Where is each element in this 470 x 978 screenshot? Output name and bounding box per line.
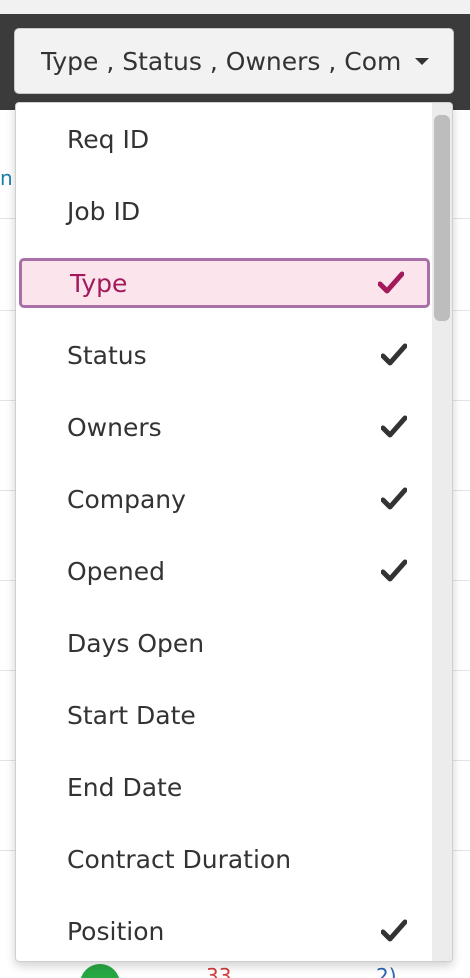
count-value: 33 xyxy=(206,964,232,978)
column-option-contract-duration[interactable]: Contract Duration xyxy=(16,823,434,895)
check-icon xyxy=(380,341,408,369)
column-option-label: Job ID xyxy=(67,196,141,226)
column-option-opened[interactable]: Opened xyxy=(16,535,434,607)
columns-multiselect-button[interactable]: Type , Status , Owners , Com xyxy=(14,28,454,94)
column-option-label: Status xyxy=(67,340,147,370)
column-option-status[interactable]: Status xyxy=(16,319,434,391)
column-option-label: Position xyxy=(67,916,165,946)
column-option-label: End Date xyxy=(67,772,183,802)
column-option-start-date[interactable]: Start Date xyxy=(16,679,434,751)
column-option-label: Start Date xyxy=(67,700,196,730)
status-badge xyxy=(80,964,120,978)
check-icon xyxy=(377,269,405,297)
column-option-type[interactable]: Type xyxy=(19,258,430,308)
check-placeholder xyxy=(380,197,408,225)
column-option-label: Req ID xyxy=(67,124,150,154)
check-placeholder xyxy=(380,845,408,873)
column-option-company[interactable]: Company xyxy=(16,463,434,535)
column-option-job-id[interactable]: Job ID xyxy=(16,175,434,247)
check-icon xyxy=(380,557,408,585)
page: n 33 2) Type , Status , Owners , Com Req… xyxy=(0,0,470,978)
caret-down-icon xyxy=(415,57,429,65)
column-option-label: Owners xyxy=(67,412,162,442)
check-icon xyxy=(380,917,408,945)
check-placeholder xyxy=(380,629,408,657)
column-option-label: Days Open xyxy=(67,628,205,658)
dropdown-scrollbar-track[interactable] xyxy=(432,103,452,961)
column-option-label: Opened xyxy=(67,556,166,586)
count-value: 2) xyxy=(376,964,397,978)
check-placeholder xyxy=(380,701,408,729)
multiselect-value: Type , Status , Owners , Com xyxy=(41,46,402,76)
top-strip xyxy=(0,0,470,14)
check-placeholder xyxy=(380,125,408,153)
check-icon xyxy=(380,485,408,513)
column-option-days-open[interactable]: Days Open xyxy=(16,607,434,679)
column-option-owners[interactable]: Owners xyxy=(16,391,434,463)
dropdown-scrollbar-thumb[interactable] xyxy=(434,115,450,321)
columns-option-list: Req ID Job ID Type Status Owners Company Opene… xyxy=(16,103,434,961)
column-option-end-date[interactable]: End Date xyxy=(16,751,434,823)
check-icon xyxy=(380,413,408,441)
column-option-label: Company xyxy=(67,484,186,514)
column-option-req-id[interactable]: Req ID xyxy=(16,103,434,175)
columns-dropdown-menu: Req ID Job ID Type Status Owners Company Opene… xyxy=(15,102,453,962)
check-placeholder xyxy=(380,773,408,801)
column-option-label: Contract Duration xyxy=(67,844,292,874)
column-option-label: Type xyxy=(70,268,128,298)
column-option-position[interactable]: Position xyxy=(16,895,434,961)
